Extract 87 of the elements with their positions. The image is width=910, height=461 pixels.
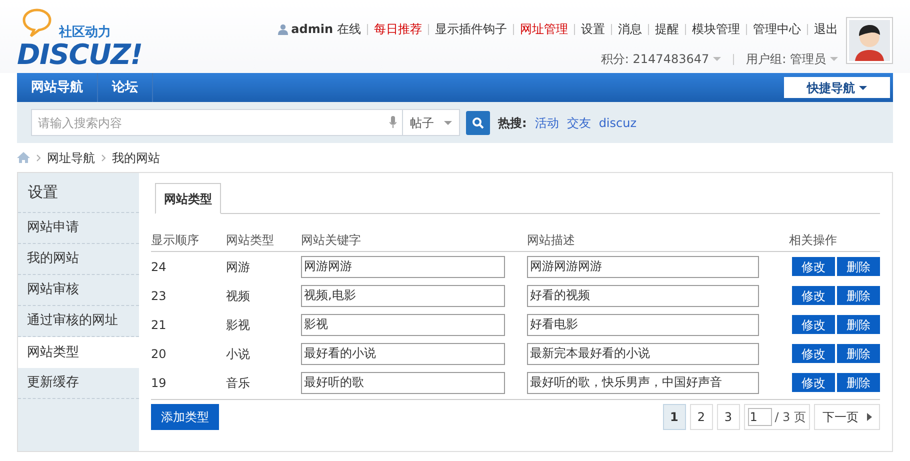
caret-icon	[859, 86, 867, 90]
delete-button[interactable]: 删除	[837, 286, 880, 305]
chevron-icon	[36, 154, 41, 162]
caret-icon	[830, 57, 838, 61]
top-link[interactable]: 显示插件钩子	[435, 20, 507, 38]
column-header: 网站类型	[226, 232, 275, 248]
add-type-button[interactable]: 添加类型	[151, 404, 219, 430]
sidebar-item[interactable]: 网站类型	[18, 337, 139, 368]
usergroup-menu[interactable]: 用户组: 管理员	[746, 50, 838, 68]
user-icon	[278, 24, 288, 34]
hot-search-link[interactable]: 交友	[566, 114, 591, 132]
microphone-icon[interactable]	[389, 116, 397, 129]
online-status: 在线	[337, 21, 361, 38]
type-cell-text: 小说	[226, 346, 251, 362]
keyword-input[interactable]: 最好看的小说	[301, 342, 505, 364]
search-icon	[472, 116, 484, 128]
edit-button[interactable]: 修改	[792, 344, 835, 363]
order-cell-text: 19	[151, 374, 168, 392]
order-cell-text: 21	[151, 316, 168, 334]
keyword-input[interactable]: 网游网游	[301, 256, 505, 278]
search-button[interactable]	[466, 110, 490, 134]
person-avatar-icon	[849, 20, 890, 61]
top-link[interactable]: 每日推荐	[374, 20, 422, 38]
avatar[interactable]	[846, 17, 893, 64]
logo-tagline: 社区动力	[59, 26, 112, 39]
description-input[interactable]: 最好听的歌，快乐男声，中国好声音	[527, 372, 759, 394]
sidebar-item[interactable]: 网站审核	[18, 275, 139, 306]
column-header: 相关操作	[789, 232, 838, 248]
type-cell-text: 视频	[226, 288, 251, 304]
speech-bubble-icon	[21, 8, 53, 38]
top-link[interactable]: 网址管理	[520, 20, 568, 38]
search-field[interactable]: 请输入搜索内容	[31, 109, 403, 136]
description-input[interactable]: 最新完本最好看的小说	[527, 342, 759, 364]
chevron-icon	[101, 154, 106, 162]
delete-button[interactable]: 删除	[837, 373, 880, 392]
caret-icon	[713, 57, 722, 61]
type-cell-text: 影视	[226, 316, 251, 334]
top-link[interactable]: 提醒	[655, 20, 679, 38]
keyword-input[interactable]: 最好听的歌	[301, 372, 505, 394]
top-link[interactable]: 退出	[814, 20, 838, 38]
order-cell-text: 24	[151, 258, 168, 276]
next-page-button[interactable]: 下一页	[814, 404, 880, 430]
sidebar-item[interactable]: 我的网站	[18, 244, 139, 275]
points-menu[interactable]: 积分: 2147483647	[600, 50, 722, 68]
caret-icon	[444, 120, 452, 124]
order-cell-text: 23	[151, 288, 168, 304]
page-number-input[interactable]: 1	[748, 408, 772, 426]
column-header: 网站描述	[527, 232, 576, 248]
page-total: / 3 页	[774, 409, 806, 426]
keyword-input[interactable]: 影视	[301, 314, 505, 336]
type-cell-text: 音乐	[226, 374, 251, 392]
top-link[interactable]: 模块管理	[692, 20, 740, 38]
sidebar-item[interactable]: 网站申请	[18, 213, 139, 244]
edit-button[interactable]: 修改	[792, 286, 835, 305]
breadcrumb-link[interactable]: 我的网站	[112, 148, 160, 166]
delete-button[interactable]: 删除	[837, 315, 880, 334]
breadcrumb-link[interactable]: 网址导航	[47, 148, 95, 166]
username-link[interactable]: admin	[291, 20, 333, 38]
quick-nav-button[interactable]: 快捷导航	[784, 77, 890, 98]
keyword-input[interactable]: 视频,电影	[301, 284, 505, 306]
sidebar-title: 设置	[18, 173, 139, 213]
description-input[interactable]: 网游网游网游	[527, 256, 759, 278]
delete-button[interactable]: 删除	[837, 344, 880, 363]
hot-search-link[interactable]: 活动	[534, 114, 559, 132]
edit-button[interactable]: 修改	[792, 315, 835, 334]
hot-search-link[interactable]: discuz	[598, 114, 637, 132]
top-link[interactable]: 消息	[618, 20, 642, 38]
sidebar-item[interactable]: 更新缓存	[18, 368, 139, 399]
edit-button[interactable]: 修改	[792, 257, 835, 276]
delete-button[interactable]: 删除	[837, 257, 880, 276]
description-input[interactable]: 好看的视频	[527, 284, 759, 306]
logo-name[interactable]: DISCUZ!	[17, 41, 157, 69]
order-cell-text: 20	[151, 346, 168, 362]
page-link[interactable]: 3	[716, 404, 740, 430]
tab[interactable]: 网站类型	[155, 183, 221, 214]
type-cell-text: 网游	[226, 258, 251, 276]
column-header: 网站关键字	[301, 232, 362, 248]
top-link[interactable]: 设置	[581, 20, 605, 38]
top-link[interactable]: 管理中心	[753, 20, 801, 38]
play-icon	[866, 413, 872, 421]
page-link[interactable]: 1	[662, 404, 686, 430]
search-type-select[interactable]: 帖子	[403, 109, 460, 136]
page-link[interactable]: 2	[690, 404, 713, 430]
description-input[interactable]: 好看电影	[527, 314, 759, 336]
edit-button[interactable]: 修改	[792, 373, 835, 392]
hot-search-label: 热搜:	[498, 114, 527, 132]
column-header: 显示顺序	[151, 232, 200, 248]
